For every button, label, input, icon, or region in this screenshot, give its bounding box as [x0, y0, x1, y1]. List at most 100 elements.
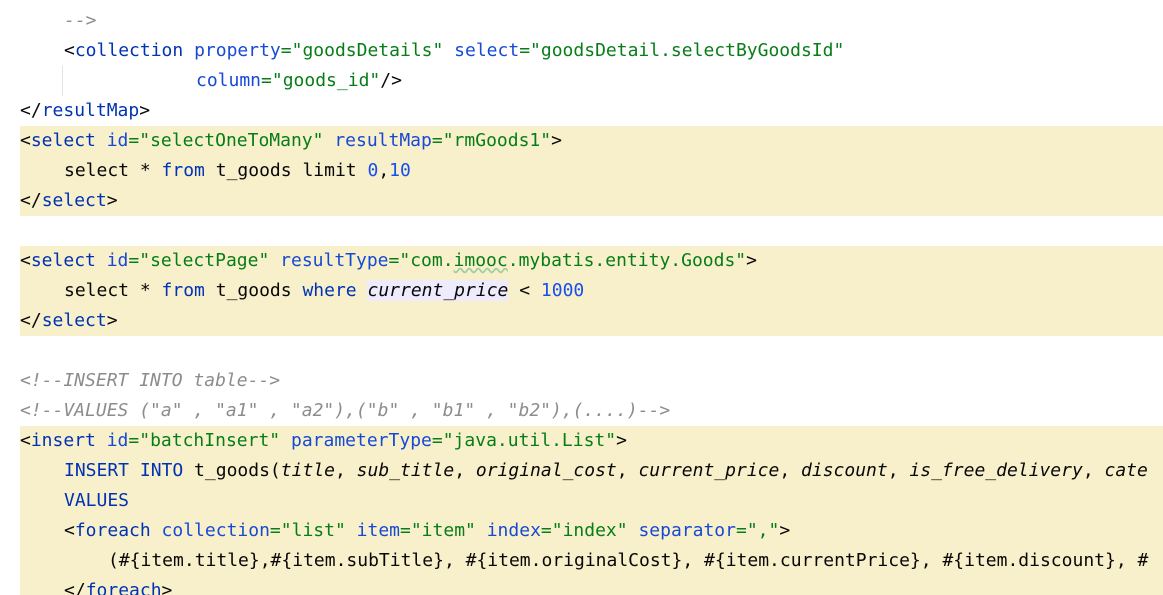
sql-column: is_free_delivery	[909, 460, 1083, 481]
tag-name: collection	[74, 40, 184, 61]
foreach-close-tag: </foreach>	[64, 576, 172, 595]
attr-equals: =	[128, 130, 140, 151]
attr-value: "batchInsert"	[139, 430, 281, 451]
tag-bracket: </	[20, 190, 42, 211]
code-line-15[interactable]: <insert id="batchInsert" parameterType="…	[0, 426, 1163, 456]
tag-bracket: >	[779, 520, 791, 541]
tag-bracket: <	[64, 40, 75, 61]
sql-text: ,	[1082, 460, 1105, 481]
xml-comment: <!--VALUES ("a" , "a1" , "a2"),("b" , "b…	[20, 400, 671, 421]
sql-number: 0	[367, 160, 379, 181]
sql-operator: <	[508, 280, 541, 301]
sql-number: 10	[389, 160, 411, 181]
tag-bracket: >	[139, 100, 151, 121]
sql-text: ,	[779, 460, 802, 481]
xml-comment: <!--INSERT INTO table-->	[20, 370, 281, 391]
sql-column: sub_title	[356, 460, 455, 481]
attr-equals: =	[128, 250, 140, 271]
code-line-19[interactable]: (#{item.title},#{item.subTitle}, #{item.…	[0, 546, 1163, 576]
attr-name: resultType	[280, 250, 389, 271]
attr-equals: =	[280, 40, 292, 61]
tag-bracket: >	[106, 190, 118, 211]
sql-column: current_price	[638, 460, 780, 481]
tag-bracket: >	[616, 430, 627, 451]
sql-column-reference[interactable]: current_price	[367, 280, 509, 301]
tag-name: resultMap	[41, 100, 140, 121]
code-line-5[interactable]: <select id="selectOneToMany" resultMap="…	[0, 126, 1163, 156]
sql-table: t_goods	[204, 280, 303, 301]
tag-name: select	[41, 190, 107, 211]
tag-bracket: <	[20, 250, 31, 271]
code-line-11[interactable]: </select>	[0, 306, 1163, 336]
code-line-3[interactable]: column="goods_id"/>	[0, 66, 1163, 96]
attr-equals: =	[388, 250, 400, 271]
sql-table: t_goods(	[183, 460, 281, 481]
sql-keyword: limit	[302, 160, 357, 181]
sql-column: title	[280, 460, 335, 481]
code-editor[interactable]: --> <collection property="goodsDetails" …	[0, 0, 1163, 595]
code-line-20[interactable]: </foreach>	[0, 576, 1163, 595]
sql-keyword: select	[64, 280, 130, 301]
tag-bracket: <	[20, 430, 31, 451]
tag-bracket: </	[64, 580, 86, 595]
attr-name: parameterType	[290, 430, 432, 451]
attr-name: item	[356, 520, 400, 541]
sql-statement: select * from t_goods limit 0,10	[64, 156, 411, 186]
sql-keyword: INSERT INTO	[64, 460, 184, 481]
code-line-4[interactable]: </resultMap>	[0, 96, 1163, 126]
sql-column: discount	[801, 460, 888, 481]
attr-name: select	[454, 40, 520, 61]
select-open-tag: <select id="selectPage" resultType="com.…	[20, 246, 757, 276]
tag-bracket: >	[161, 580, 173, 595]
sql-column: original_cost	[475, 460, 617, 481]
attr-name: id	[106, 430, 129, 451]
code-line-13[interactable]: <!--INSERT INTO table-->	[0, 366, 1163, 396]
attr-name: id	[106, 130, 129, 151]
attr-name: resultMap	[334, 130, 432, 151]
sql-keyword: from	[161, 280, 205, 301]
attr-value: "goodsDetail.selectByGoodsId"	[530, 40, 845, 61]
sql-keyword: select	[64, 160, 130, 181]
tag-name: select	[30, 250, 96, 271]
tag-name: select	[30, 130, 96, 151]
code-line-1[interactable]: -->	[0, 6, 1163, 36]
attr-equals: =	[128, 430, 140, 451]
attr-value: ","	[746, 520, 780, 541]
tag-bracket: <	[64, 520, 75, 541]
attr-name: collection	[161, 520, 270, 541]
code-line-6[interactable]: select * from t_goods limit 0,10	[0, 156, 1163, 186]
attr-value: "rmGoods1"	[442, 130, 552, 151]
sql-insert-statement: INSERT INTO t_goods(title, sub_title, or…	[64, 456, 1148, 486]
tag-bracket: >	[746, 250, 757, 271]
select-close-tag: </select>	[20, 186, 118, 216]
code-line-2[interactable]: <collection property="goodsDetails" sele…	[0, 36, 1163, 66]
column-attr-line: column="goods_id"/>	[196, 66, 402, 96]
attr-name: separator	[638, 520, 736, 541]
typo-warning-word[interactable]: imooc	[454, 250, 508, 271]
sql-keyword: from	[161, 160, 205, 181]
attr-name: index	[486, 520, 541, 541]
attr-value: .mybatis.entity.Goods"	[507, 250, 747, 271]
attr-equals: =	[269, 520, 281, 541]
sql-text: ,	[378, 160, 390, 181]
collection-tag-line: <collection property="goodsDetails" sele…	[64, 36, 844, 66]
attr-equals: =	[736, 520, 747, 541]
tag-name: foreach	[74, 520, 151, 541]
attr-name: column	[196, 70, 262, 91]
code-line-7[interactable]: </select>	[0, 186, 1163, 216]
sql-keyword: VALUES	[64, 490, 130, 511]
code-line-18[interactable]: <foreach collection="list" item="item" i…	[0, 516, 1163, 546]
code-line-16[interactable]: INSERT INTO t_goods(title, sub_title, or…	[0, 456, 1163, 486]
foreach-open-tag: <foreach collection="list" item="item" i…	[64, 516, 790, 546]
code-line-17[interactable]: VALUES	[0, 486, 1163, 516]
foreach-values-expression: (#{item.title},#{item.subTitle}, #{item.…	[108, 550, 1149, 571]
attr-value: "selectOneToMany"	[139, 130, 324, 151]
code-line-14[interactable]: <!--VALUES ("a" , "a1" , "a2"),("b" , "b…	[0, 396, 1163, 426]
code-line-9[interactable]: <select id="selectPage" resultType="com.…	[0, 246, 1163, 276]
tag-name: insert	[30, 430, 96, 451]
attr-equals: =	[261, 70, 272, 91]
attr-value: "goods_id"	[271, 70, 381, 91]
tag-bracket: <	[20, 130, 31, 151]
attr-equals: =	[400, 520, 411, 541]
code-line-10[interactable]: select * from t_goods where current_pric…	[0, 276, 1163, 306]
